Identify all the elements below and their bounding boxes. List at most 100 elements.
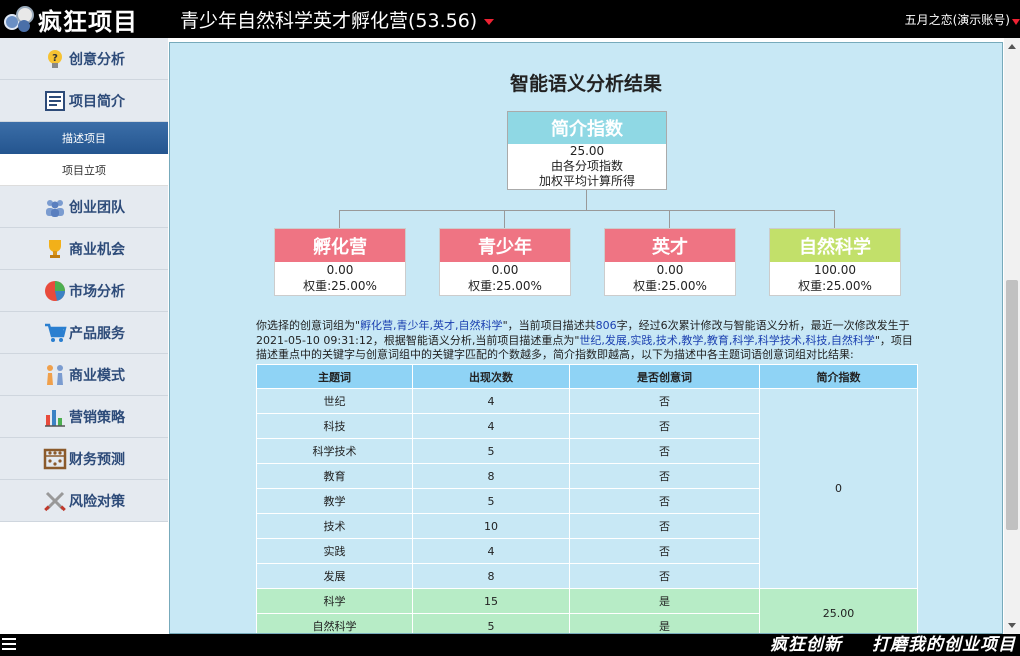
pie-chart-icon: [45, 280, 65, 301]
main-panel: 智能语义分析结果 简介指数 25.00 由各分项指数 加权平均计算所得 孵化营 …: [169, 42, 1003, 634]
table-row: 世纪 4 否 0: [256, 388, 918, 589]
scroll-down-arrow-icon[interactable]: [1008, 623, 1016, 628]
cell-count: 5: [412, 438, 570, 464]
cell-word: 自然科学: [256, 613, 413, 633]
cell-word: 发展: [256, 563, 413, 589]
cell-word: 教学: [256, 488, 413, 514]
keyword-value: 0.00: [656, 263, 684, 277]
team-icon: [46, 199, 64, 217]
subnav-project-setup[interactable]: 项目立项: [0, 154, 168, 186]
keyword-name: 孵化营: [275, 229, 405, 262]
project-selector[interactable]: 青少年自然科学英才孵化营(53.56): [180, 6, 495, 33]
app-logo[interactable]: 疯狂项目: [2, 3, 138, 36]
description-text: "，当前项目描述共: [502, 319, 596, 332]
sidebar-item-business-model[interactable]: 商业模式: [0, 354, 168, 396]
bar-chart-icon: [45, 409, 65, 427]
footer-bar: 疯狂创新 打磨我的创业项目: [0, 634, 1020, 656]
column-header: 是否创意词: [569, 364, 760, 389]
slogan-part-2: 打磨我的创业项目: [872, 635, 1016, 655]
menu-icon[interactable]: [2, 638, 16, 652]
crossed-swords-icon: [44, 491, 66, 511]
cell-word: 世纪: [256, 388, 413, 414]
caret-down-icon: [1012, 18, 1020, 25]
keyword-weight: 权重:25.00%: [633, 279, 707, 293]
cell-is-creative: 否: [569, 538, 760, 564]
sidebar-item-marketing[interactable]: 营销策略: [0, 396, 168, 438]
cell-word: 技术: [256, 513, 413, 539]
summary-index-note-1: 由各分项指数: [550, 159, 623, 173]
cell-count: 10: [412, 513, 570, 539]
project-title: 青少年自然科学英才孵化营(53.56): [180, 10, 478, 32]
creative-keyword-group: 孵化营,青少年,英才,自然科学: [360, 319, 503, 332]
char-count: 806: [595, 319, 617, 332]
logo-text: 疯狂项目: [38, 7, 138, 36]
sidebar-item-label: 商业机会: [69, 241, 125, 258]
sidebar-item-label: 创业团队: [69, 199, 125, 216]
sidebar-item-label: 创意分析: [69, 51, 125, 68]
sidebar-item-team[interactable]: 创业团队: [0, 186, 168, 228]
scroll-thumb[interactable]: [1006, 280, 1018, 530]
document-icon: [45, 90, 65, 111]
analysis-description: 你选择的创意词组为"孵化营,青少年,英才,自然科学"，当前项目描述共806字，经…: [256, 319, 916, 363]
keyword-weight: 权重:25.00%: [468, 279, 542, 293]
trophy-icon: [49, 239, 61, 258]
keyword-value: 100.00: [814, 263, 856, 277]
sidebar-item-label: 市场分析: [69, 283, 125, 300]
cell-count: 8: [412, 563, 570, 589]
column-header: 出现次数: [412, 364, 570, 389]
user-name: 五月之恋(演示账号): [904, 13, 1010, 27]
svg-text:?: ?: [52, 53, 58, 64]
caret-down-icon: [484, 18, 495, 25]
summary-index-header: 简介指数: [508, 112, 666, 144]
description-text: 你选择的创意词组为": [256, 319, 361, 332]
focus-keywords: 世纪,发展,实践,技术,教学,教育,科学,科学技术,科技,自然科学: [579, 333, 875, 347]
cell-index: 0: [759, 388, 918, 589]
cell-count: 4: [412, 388, 570, 414]
keyword-value: 0.00: [326, 263, 354, 277]
lightbulb-icon: ?: [48, 49, 62, 68]
sidebar-item-label: 营销策略: [69, 409, 125, 426]
column-header: 简介指数: [759, 364, 918, 389]
table-header-row: 主题词 出现次数 是否创意词 简介指数: [256, 364, 918, 389]
cell-count: 8: [412, 463, 570, 489]
sidebar-item-opportunity[interactable]: 商业机会: [0, 228, 168, 270]
summary-index-value: 25.00: [569, 144, 605, 158]
sidebar-item-label: 风险对策: [69, 493, 125, 510]
cell-is-creative: 否: [569, 438, 760, 464]
subnav-describe-project[interactable]: 描述项目: [0, 122, 168, 154]
people-icon: [47, 364, 63, 385]
keyword-name: 自然科学: [770, 229, 900, 262]
sidebar-item-market[interactable]: 市场分析: [0, 270, 168, 312]
sidebar-item-label: 产品服务: [69, 325, 125, 342]
keyword-box: 孵化营 0.00 权重:25.00%: [274, 228, 406, 296]
tree-connector: [504, 210, 505, 228]
cell-is-creative: 否: [569, 563, 760, 589]
vertical-scrollbar[interactable]: [1004, 38, 1020, 634]
cell-word: 实践: [256, 538, 413, 564]
keyword-weight: 权重:25.00%: [303, 279, 377, 293]
cell-count: 5: [412, 488, 570, 514]
cell-is-creative: 是: [569, 588, 760, 614]
sidebar-item-label: 商业模式: [69, 367, 125, 384]
cell-word: 教育: [256, 463, 413, 489]
cell-word: 科学技术: [256, 438, 413, 464]
sidebar-item-label: 财务预测: [69, 451, 125, 468]
cell-word: 科技: [256, 413, 413, 439]
sidebar-item-creative-analysis[interactable]: ? 创意分析: [0, 38, 168, 80]
table-row: 科学 15 是 25.00: [256, 588, 918, 633]
user-menu[interactable]: 五月之恋(演示账号): [905, 11, 1020, 28]
cell-index: 25.00: [759, 588, 918, 633]
scroll-up-arrow-icon[interactable]: [1008, 44, 1016, 49]
sidebar-item-product[interactable]: 产品服务: [0, 312, 168, 354]
cell-is-creative: 是: [569, 613, 760, 633]
sidebar-item-risk[interactable]: 风险对策: [0, 480, 168, 522]
page-title: 智能语义分析结果: [509, 73, 662, 95]
tree-connector: [586, 190, 587, 210]
sidebar-item-finance[interactable]: 财务预测: [0, 438, 168, 480]
sidebar-item-label: 项目简介: [69, 93, 125, 110]
abacus-icon: [43, 448, 67, 469]
keyword-comparison-table: 主题词 出现次数 是否创意词 简介指数 世纪 4 否 0 科技 4 否 科学技术…: [256, 364, 918, 633]
keyword-box: 自然科学 100.00 权重:25.00%: [769, 228, 901, 296]
keyword-box: 英才 0.00 权重:25.00%: [604, 228, 736, 296]
sidebar-item-project-intro[interactable]: 项目简介: [0, 80, 168, 122]
